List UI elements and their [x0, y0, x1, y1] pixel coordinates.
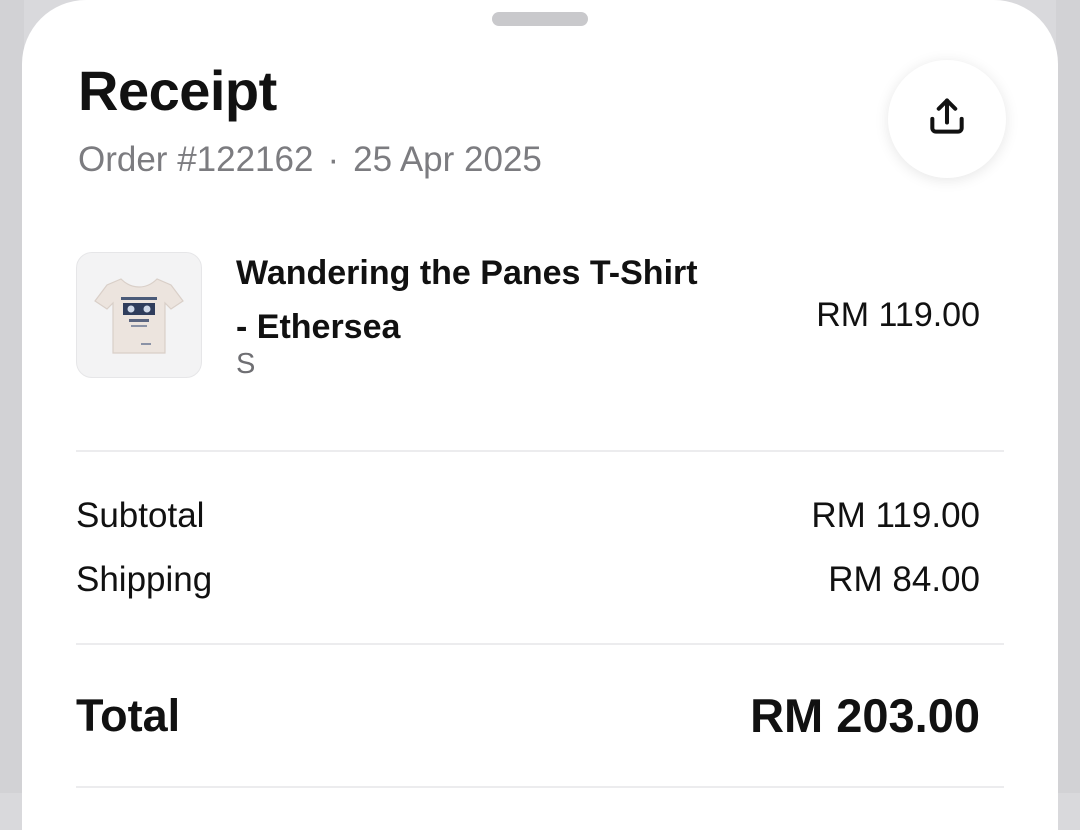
divider [76, 450, 1004, 452]
product-price: RM 119.00 [816, 296, 980, 334]
receipt-sheet: Receipt Order #122162 · 25 Apr 2025 Wander… [22, 0, 1058, 830]
shipping-label: Shipping [76, 560, 213, 599]
product-thumbnail[interactable] [76, 252, 202, 378]
total-label: Total [76, 690, 181, 741]
page-title: Receipt [78, 59, 277, 122]
product-name-line1: Wandering the Panes T-Shirt [236, 254, 698, 292]
share-button[interactable] [888, 60, 1006, 178]
product-variant: S [236, 348, 256, 380]
total-value: RM 203.00 [750, 689, 980, 742]
divider [76, 643, 1004, 645]
backdrop-right [1056, 0, 1080, 793]
subtotal-value: RM 119.00 [811, 496, 980, 535]
share-upload-icon [925, 95, 969, 144]
backdrop-left [0, 0, 24, 793]
product-name-line2: - Ethersea [236, 308, 401, 346]
divider [76, 786, 1004, 788]
meta-separator: · [327, 140, 340, 179]
tshirt-image [94, 278, 184, 354]
order-date: 25 Apr 2025 [353, 140, 542, 179]
order-meta: Order #122162 · 25 Apr 2025 [78, 140, 542, 180]
shipping-value: RM 84.00 [828, 560, 980, 599]
subtotal-label: Subtotal [76, 496, 205, 535]
product-name[interactable]: Wandering the Panes T-Shirt - Ethersea [236, 246, 776, 354]
sheet-grabber-handle[interactable] [492, 12, 588, 26]
order-number: Order #122162 [78, 140, 314, 179]
